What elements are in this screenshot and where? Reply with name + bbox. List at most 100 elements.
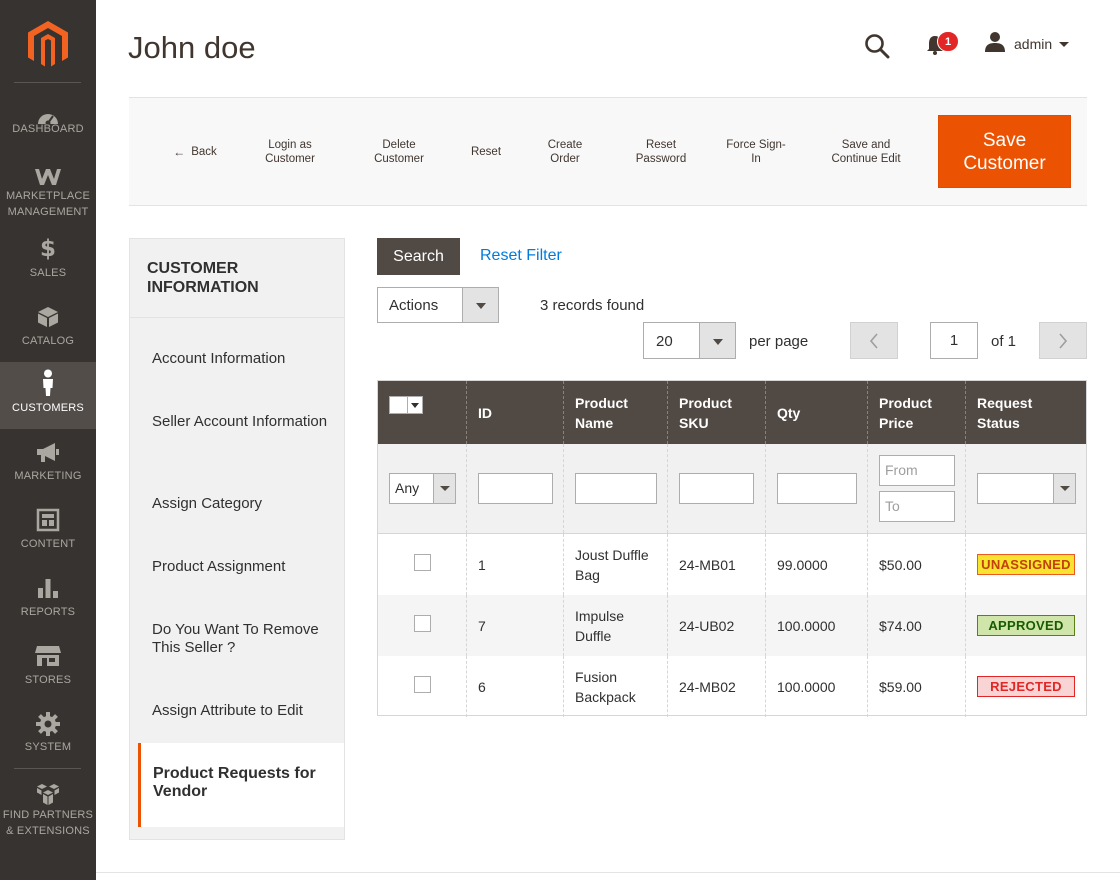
status-cell: REJECTED — [966, 656, 1086, 717]
sidebar-item-label: SALES — [29, 267, 67, 279]
create-order-button[interactable]: Create Order — [538, 98, 592, 205]
status-cell: UNASSIGNED — [966, 534, 1086, 595]
column-header-select — [378, 381, 467, 444]
qty-filter-input[interactable] — [777, 473, 857, 504]
sidebar-item-marketing[interactable]: MARKETING — [0, 431, 96, 497]
tab-seller-account-information[interactable]: Seller Account Information — [152, 413, 344, 431]
per-page-value: 20 — [656, 333, 673, 350]
sidebar-item-find-partners[interactable]: FIND PARTNERS & EXTENSIONS — [0, 775, 96, 845]
qty-cell: 100.0000 — [766, 656, 868, 717]
sidebar-item-sales[interactable]: $ SALES — [0, 228, 96, 294]
reset-password-button[interactable]: Reset Password — [626, 98, 696, 205]
next-page-button[interactable] — [1039, 322, 1087, 359]
footer-divider — [96, 872, 1120, 873]
save-customer-label: Save Customer — [963, 129, 1046, 174]
sidebar-item-content[interactable]: CONTENT — [0, 499, 96, 565]
filter-cell — [966, 444, 1086, 533]
login-as-customer-button[interactable]: Login as Customer — [255, 98, 325, 205]
delete-customer-button[interactable]: Delete Customer — [364, 98, 434, 205]
per-page-select[interactable]: 20 — [643, 322, 736, 359]
side-panel-title: CUSTOMER INFORMATION — [147, 260, 259, 296]
request-status-filter-select[interactable] — [977, 473, 1076, 504]
per-page-label: per page — [749, 333, 809, 350]
filter-cell — [564, 444, 668, 533]
column-header-qty[interactable]: Qty — [766, 381, 868, 444]
column-header-product-price[interactable]: Product Price — [868, 381, 966, 444]
row-checkbox[interactable] — [414, 615, 431, 632]
status-badge: APPROVED — [977, 615, 1075, 636]
back-label: Back — [191, 145, 217, 158]
table-row[interactable]: 1 Joust Duffle Bag 24-MB01 99.0000 $50.0… — [378, 534, 1086, 595]
table-row[interactable]: 7 Impulse Duffle 24-UB02 100.0000 $74.00… — [378, 595, 1086, 656]
filter-cell: From To — [868, 444, 966, 533]
chevron-down-icon — [407, 397, 422, 413]
sidebar-item-label: DASHBOARD — [12, 123, 84, 135]
admin-user-menu[interactable]: admin — [984, 31, 1070, 56]
tab-remove-seller[interactable]: Do You Want To Remove This Seller ? — [152, 621, 332, 657]
search-button[interactable]: Search — [377, 238, 460, 275]
tab-assign-attribute[interactable]: Assign Attribute to Edit — [152, 702, 344, 720]
any-select-value: Any — [395, 480, 420, 496]
product-name-filter-input[interactable] — [575, 473, 657, 504]
sidebar-item-marketplace[interactable]: MARKETPLACE MANAGEMENT — [0, 160, 96, 228]
product-name-cell: Impulse Duffle — [564, 595, 668, 656]
page-number-input[interactable]: 1 — [930, 322, 978, 359]
tab-assign-category[interactable]: Assign Category — [152, 495, 344, 513]
sidebar-item-dashboard[interactable]: DASHBOARD — [0, 92, 96, 158]
sidebar-item-catalog[interactable]: CATALOG — [0, 296, 96, 362]
actions-dropdown[interactable]: Actions — [377, 287, 499, 323]
force-sign-in-button[interactable]: Force Sign-In — [726, 98, 786, 205]
row-checkbox[interactable] — [414, 676, 431, 693]
product-name: Fusion Backpack — [575, 668, 636, 705]
sidebar-item-label: REPORTS — [20, 606, 76, 618]
filter-cell: Any — [378, 444, 467, 533]
previous-page-button[interactable] — [850, 322, 898, 359]
search-icon[interactable] — [864, 33, 890, 59]
sidebar-item-customers[interactable]: CUSTOMERS — [0, 362, 96, 429]
id-cell: 7 — [467, 595, 564, 656]
column-header-label: Request Status — [977, 394, 1033, 431]
price-cell: $59.00 — [868, 656, 966, 717]
any-select[interactable]: Any — [389, 473, 456, 504]
save-and-continue-button[interactable]: Save and Continue Edit — [821, 98, 911, 205]
sidebar-item-reports[interactable]: REPORTS — [0, 567, 96, 633]
tab-account-information[interactable]: Account Information — [152, 350, 344, 368]
sidebar-item-stores[interactable]: STORES — [0, 635, 96, 701]
column-header-product-sku[interactable]: Product SKU — [668, 381, 766, 444]
column-header-request-status[interactable]: Request Status — [966, 381, 1086, 444]
table-header: ID Product Name Product SKU Qty Product … — [378, 381, 1086, 444]
magento-logo[interactable] — [26, 20, 70, 70]
price-to-input[interactable]: To — [879, 491, 955, 522]
select-cell — [378, 656, 467, 717]
price-from-input[interactable]: From — [879, 455, 955, 486]
mass-select-checkbox[interactable] — [389, 396, 423, 414]
marketplace-icon — [0, 164, 96, 190]
page-total: of 1 — [991, 333, 1017, 350]
sidebar-divider — [14, 82, 81, 83]
product-name: Joust Duffle Bag — [575, 546, 649, 583]
table-row[interactable]: 6 Fusion Backpack 24-MB02 100.0000 $59.0… — [378, 656, 1086, 717]
tab-product-requests-for-vendor[interactable]: Product Requests for Vendor — [138, 743, 344, 827]
sku-filter-input[interactable] — [679, 473, 754, 504]
sidebar-item-label: CATALOG — [21, 335, 75, 347]
save-customer-button[interactable]: Save Customer — [938, 115, 1071, 188]
chevron-left-icon — [869, 332, 878, 349]
tab-product-assignment[interactable]: Product Assignment — [152, 558, 344, 576]
column-header-label: Product Name — [575, 394, 628, 431]
notification-count-badge[interactable]: 1 — [937, 31, 959, 52]
sidebar-item-system[interactable]: SYSTEM — [0, 702, 96, 768]
product-requests-grid: ID Product Name Product SKU Qty Product … — [377, 380, 1087, 717]
bar-chart-icon — [0, 575, 96, 601]
row-checkbox[interactable] — [414, 554, 431, 571]
admin-sidebar: DASHBOARD MARKETPLACE MANAGEMENT $ SALES… — [0, 0, 96, 880]
reset-filter-link[interactable]: Reset Filter — [480, 247, 562, 265]
column-header-product-name[interactable]: Product Name — [564, 381, 668, 444]
column-header-label: Product SKU — [679, 394, 732, 431]
reset-button[interactable]: Reset — [463, 98, 509, 205]
back-button[interactable]: ← Back — [169, 98, 221, 205]
column-header-id[interactable]: ID — [467, 381, 564, 444]
page-title: John doe — [128, 30, 256, 65]
sku-cell: 24-UB02 — [668, 595, 766, 656]
id-filter-input[interactable] — [478, 473, 553, 504]
status-badge: UNASSIGNED — [977, 554, 1075, 575]
